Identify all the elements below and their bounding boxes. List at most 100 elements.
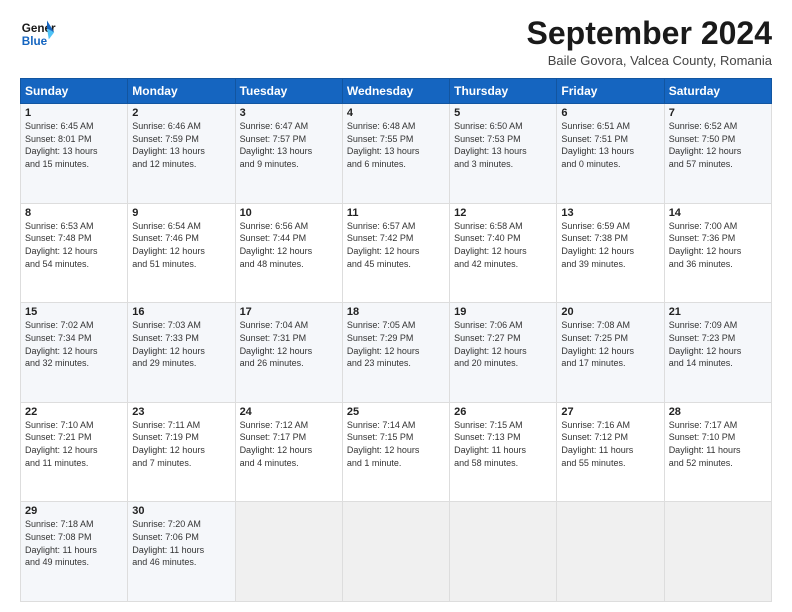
calendar-cell: 30Sunrise: 7:20 AM Sunset: 7:06 PM Dayli… — [128, 502, 235, 602]
calendar-cell: 20Sunrise: 7:08 AM Sunset: 7:25 PM Dayli… — [557, 303, 664, 403]
calendar-week-4: 22Sunrise: 7:10 AM Sunset: 7:21 PM Dayli… — [21, 402, 772, 502]
day-info: Sunrise: 7:12 AM Sunset: 7:17 PM Dayligh… — [240, 419, 338, 469]
day-number: 14 — [669, 207, 767, 219]
page: General Blue September 2024 Baile Govora… — [0, 0, 792, 612]
day-info: Sunrise: 7:15 AM Sunset: 7:13 PM Dayligh… — [454, 419, 552, 469]
day-number: 16 — [132, 306, 230, 318]
calendar-cell: 27Sunrise: 7:16 AM Sunset: 7:12 PM Dayli… — [557, 402, 664, 502]
day-info: Sunrise: 7:00 AM Sunset: 7:36 PM Dayligh… — [669, 220, 767, 270]
day-info: Sunrise: 6:52 AM Sunset: 7:50 PM Dayligh… — [669, 120, 767, 170]
day-number: 24 — [240, 406, 338, 418]
day-info: Sunrise: 7:17 AM Sunset: 7:10 PM Dayligh… — [669, 419, 767, 469]
day-number: 4 — [347, 107, 445, 119]
calendar-header-tuesday: Tuesday — [235, 79, 342, 104]
calendar-cell: 9Sunrise: 6:54 AM Sunset: 7:46 PM Daylig… — [128, 203, 235, 303]
calendar-header-saturday: Saturday — [664, 79, 771, 104]
day-number: 17 — [240, 306, 338, 318]
logo-icon: General Blue — [20, 16, 56, 52]
day-number: 27 — [561, 406, 659, 418]
calendar-header-row: SundayMondayTuesdayWednesdayThursdayFrid… — [21, 79, 772, 104]
day-info: Sunrise: 6:53 AM Sunset: 7:48 PM Dayligh… — [25, 220, 123, 270]
calendar-week-3: 15Sunrise: 7:02 AM Sunset: 7:34 PM Dayli… — [21, 303, 772, 403]
day-number: 19 — [454, 306, 552, 318]
calendar-cell: 19Sunrise: 7:06 AM Sunset: 7:27 PM Dayli… — [450, 303, 557, 403]
day-number: 3 — [240, 107, 338, 119]
day-info: Sunrise: 6:50 AM Sunset: 7:53 PM Dayligh… — [454, 120, 552, 170]
day-number: 1 — [25, 107, 123, 119]
calendar-cell: 1Sunrise: 6:45 AM Sunset: 8:01 PM Daylig… — [21, 104, 128, 204]
calendar-header-thursday: Thursday — [450, 79, 557, 104]
month-title: September 2024 — [527, 16, 772, 51]
day-number: 28 — [669, 406, 767, 418]
day-info: Sunrise: 7:05 AM Sunset: 7:29 PM Dayligh… — [347, 319, 445, 369]
calendar-cell: 8Sunrise: 6:53 AM Sunset: 7:48 PM Daylig… — [21, 203, 128, 303]
calendar-cell: 29Sunrise: 7:18 AM Sunset: 7:08 PM Dayli… — [21, 502, 128, 602]
day-number: 15 — [25, 306, 123, 318]
calendar-cell: 12Sunrise: 6:58 AM Sunset: 7:40 PM Dayli… — [450, 203, 557, 303]
calendar-cell: 4Sunrise: 6:48 AM Sunset: 7:55 PM Daylig… — [342, 104, 449, 204]
calendar-cell: 17Sunrise: 7:04 AM Sunset: 7:31 PM Dayli… — [235, 303, 342, 403]
day-info: Sunrise: 7:20 AM Sunset: 7:06 PM Dayligh… — [132, 518, 230, 568]
calendar-cell: 25Sunrise: 7:14 AM Sunset: 7:15 PM Dayli… — [342, 402, 449, 502]
day-number: 11 — [347, 207, 445, 219]
day-number: 13 — [561, 207, 659, 219]
day-info: Sunrise: 7:04 AM Sunset: 7:31 PM Dayligh… — [240, 319, 338, 369]
calendar-cell: 22Sunrise: 7:10 AM Sunset: 7:21 PM Dayli… — [21, 402, 128, 502]
day-info: Sunrise: 7:09 AM Sunset: 7:23 PM Dayligh… — [669, 319, 767, 369]
location-subtitle: Baile Govora, Valcea County, Romania — [527, 53, 772, 68]
day-info: Sunrise: 7:11 AM Sunset: 7:19 PM Dayligh… — [132, 419, 230, 469]
title-block: September 2024 Baile Govora, Valcea Coun… — [527, 16, 772, 68]
calendar-cell — [450, 502, 557, 602]
calendar-cell: 5Sunrise: 6:50 AM Sunset: 7:53 PM Daylig… — [450, 104, 557, 204]
day-info: Sunrise: 6:46 AM Sunset: 7:59 PM Dayligh… — [132, 120, 230, 170]
calendar-week-1: 1Sunrise: 6:45 AM Sunset: 8:01 PM Daylig… — [21, 104, 772, 204]
day-info: Sunrise: 7:18 AM Sunset: 7:08 PM Dayligh… — [25, 518, 123, 568]
calendar-header-friday: Friday — [557, 79, 664, 104]
day-number: 2 — [132, 107, 230, 119]
day-info: Sunrise: 6:57 AM Sunset: 7:42 PM Dayligh… — [347, 220, 445, 270]
calendar-cell — [235, 502, 342, 602]
day-number: 25 — [347, 406, 445, 418]
day-info: Sunrise: 6:59 AM Sunset: 7:38 PM Dayligh… — [561, 220, 659, 270]
calendar-cell: 24Sunrise: 7:12 AM Sunset: 7:17 PM Dayli… — [235, 402, 342, 502]
svg-text:Blue: Blue — [22, 35, 48, 48]
day-number: 23 — [132, 406, 230, 418]
day-number: 21 — [669, 306, 767, 318]
day-number: 7 — [669, 107, 767, 119]
day-info: Sunrise: 6:48 AM Sunset: 7:55 PM Dayligh… — [347, 120, 445, 170]
calendar-cell: 14Sunrise: 7:00 AM Sunset: 7:36 PM Dayli… — [664, 203, 771, 303]
calendar-cell — [557, 502, 664, 602]
calendar-cell: 13Sunrise: 6:59 AM Sunset: 7:38 PM Dayli… — [557, 203, 664, 303]
day-info: Sunrise: 7:03 AM Sunset: 7:33 PM Dayligh… — [132, 319, 230, 369]
calendar-cell — [664, 502, 771, 602]
calendar-cell: 6Sunrise: 6:51 AM Sunset: 7:51 PM Daylig… — [557, 104, 664, 204]
calendar-cell: 2Sunrise: 6:46 AM Sunset: 7:59 PM Daylig… — [128, 104, 235, 204]
day-number: 6 — [561, 107, 659, 119]
calendar-table: SundayMondayTuesdayWednesdayThursdayFrid… — [20, 78, 772, 602]
calendar-cell: 10Sunrise: 6:56 AM Sunset: 7:44 PM Dayli… — [235, 203, 342, 303]
day-info: Sunrise: 7:02 AM Sunset: 7:34 PM Dayligh… — [25, 319, 123, 369]
calendar-header-monday: Monday — [128, 79, 235, 104]
calendar-cell: 11Sunrise: 6:57 AM Sunset: 7:42 PM Dayli… — [342, 203, 449, 303]
day-number: 22 — [25, 406, 123, 418]
day-number: 18 — [347, 306, 445, 318]
calendar-cell: 26Sunrise: 7:15 AM Sunset: 7:13 PM Dayli… — [450, 402, 557, 502]
day-info: Sunrise: 6:56 AM Sunset: 7:44 PM Dayligh… — [240, 220, 338, 270]
day-info: Sunrise: 6:45 AM Sunset: 8:01 PM Dayligh… — [25, 120, 123, 170]
day-number: 26 — [454, 406, 552, 418]
calendar-cell: 18Sunrise: 7:05 AM Sunset: 7:29 PM Dayli… — [342, 303, 449, 403]
day-number: 20 — [561, 306, 659, 318]
calendar-week-2: 8Sunrise: 6:53 AM Sunset: 7:48 PM Daylig… — [21, 203, 772, 303]
day-info: Sunrise: 7:16 AM Sunset: 7:12 PM Dayligh… — [561, 419, 659, 469]
calendar-cell: 7Sunrise: 6:52 AM Sunset: 7:50 PM Daylig… — [664, 104, 771, 204]
day-number: 8 — [25, 207, 123, 219]
calendar-body: 1Sunrise: 6:45 AM Sunset: 8:01 PM Daylig… — [21, 104, 772, 602]
calendar-cell: 3Sunrise: 6:47 AM Sunset: 7:57 PM Daylig… — [235, 104, 342, 204]
day-info: Sunrise: 6:51 AM Sunset: 7:51 PM Dayligh… — [561, 120, 659, 170]
calendar-cell: 21Sunrise: 7:09 AM Sunset: 7:23 PM Dayli… — [664, 303, 771, 403]
day-number: 9 — [132, 207, 230, 219]
calendar-cell: 23Sunrise: 7:11 AM Sunset: 7:19 PM Dayli… — [128, 402, 235, 502]
day-info: Sunrise: 6:58 AM Sunset: 7:40 PM Dayligh… — [454, 220, 552, 270]
calendar-cell: 15Sunrise: 7:02 AM Sunset: 7:34 PM Dayli… — [21, 303, 128, 403]
day-info: Sunrise: 7:08 AM Sunset: 7:25 PM Dayligh… — [561, 319, 659, 369]
